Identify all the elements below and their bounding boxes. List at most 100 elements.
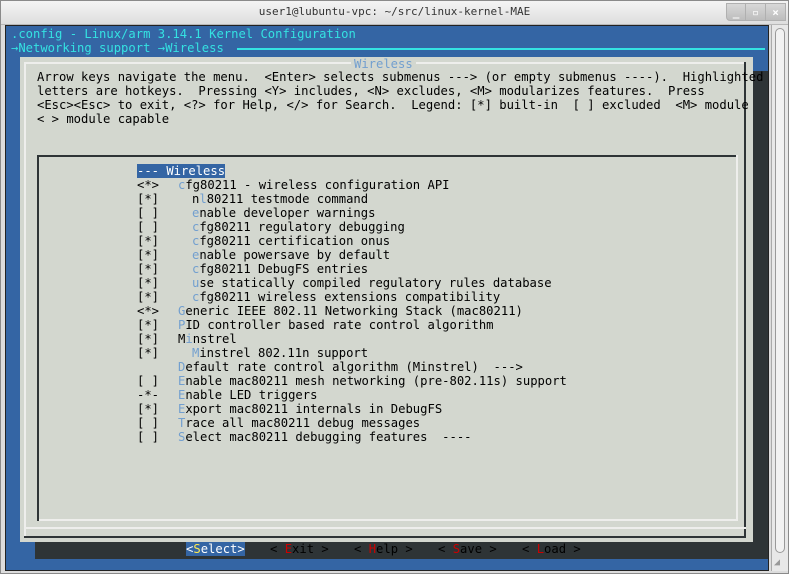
menu-item[interactable]: [*] use statically compiled regulatory ru… bbox=[20, 276, 710, 290]
menu-item-state[interactable]: [ ] bbox=[137, 374, 159, 388]
exit-button[interactable]: < Exit > bbox=[270, 542, 329, 556]
header-rule bbox=[237, 48, 765, 50]
help-button[interactable]: < Help > bbox=[354, 542, 413, 556]
button-hotkey: H bbox=[368, 542, 377, 556]
button-bracket-left: < bbox=[522, 542, 537, 556]
terminal-area[interactable]: .config - Linux/arm 3.14.1 Kernel Config… bbox=[5, 25, 769, 571]
menu-item-label: cfg80211 wireless extensions compatibili… bbox=[192, 290, 500, 304]
menu-item-state[interactable]: [ ] bbox=[137, 220, 159, 234]
button-bracket-right: > bbox=[566, 542, 581, 556]
menu-item-hotkey: i bbox=[185, 332, 193, 346]
menu-item[interactable]: [ ] Enable mac80211 mesh networking (pre-… bbox=[20, 374, 710, 388]
maximize-icon: ▫ bbox=[752, 5, 759, 19]
menu-item-state[interactable]: [ ] bbox=[137, 206, 159, 220]
menu-item[interactable]: [ ] Trace all mac80211 debug messages bbox=[20, 416, 710, 430]
menu-item[interactable]: [*] cfg80211 certification onus bbox=[20, 234, 710, 248]
menu-item-label: Export mac80211 internals in DebugFS bbox=[178, 402, 442, 416]
scrollbar[interactable]: ◢ bbox=[771, 25, 788, 571]
menu-item[interactable]: [*] cfg80211 DebugFS entries bbox=[20, 262, 710, 276]
menu-item-state[interactable]: [*] bbox=[137, 276, 159, 290]
menu-item-state[interactable]: [*] bbox=[137, 234, 159, 248]
breadcrumb: →Networking support →Wireless bbox=[11, 41, 224, 55]
menu-item-text: fg80211 regulatory debugging bbox=[199, 220, 405, 234]
button-bracket-right: > bbox=[314, 542, 329, 556]
menu-item-state[interactable]: [*] bbox=[137, 318, 159, 332]
menu-item[interactable]: [*] Minstrel 802.11n support bbox=[20, 346, 710, 360]
menu-item-label: cfg80211 DebugFS entries bbox=[192, 262, 368, 276]
menu-item[interactable]: [*] Minstrel bbox=[20, 332, 710, 346]
list-border-bottom bbox=[39, 519, 738, 521]
menu-item-text: efault rate control algorithm (Minstrel)… bbox=[185, 360, 523, 374]
menu-item-state[interactable]: [*] bbox=[137, 402, 159, 416]
menu-item-label: Enable LED triggers bbox=[178, 388, 317, 402]
menu-item-label: Generic IEEE 802.11 Networking Stack (ma… bbox=[178, 304, 523, 318]
menu-item-text: nable LED triggers bbox=[185, 388, 318, 402]
resize-grip-icon[interactable]: ◢ bbox=[774, 557, 786, 569]
menu-item[interactable]: [*] enable powersave by default bbox=[20, 248, 710, 262]
scrollbar-thumb[interactable] bbox=[775, 28, 785, 553]
menu-item[interactable]: [*] nl80211 testmode command bbox=[20, 192, 710, 206]
menu-item-label: Trace all mac80211 debug messages bbox=[178, 416, 420, 430]
menu-item[interactable]: <*> cfg80211 - wireless configuration API bbox=[20, 178, 710, 192]
button-hotkey: L bbox=[536, 542, 545, 556]
menu-item[interactable]: Default rate control algorithm (Minstrel… bbox=[20, 360, 710, 374]
minimize-button[interactable]: _ bbox=[726, 3, 746, 21]
menu-item-label: use statically compiled regulatory rules… bbox=[192, 276, 552, 290]
button-bracket-left: < bbox=[354, 542, 369, 556]
close-icon: × bbox=[772, 5, 779, 19]
button-label: ave bbox=[460, 542, 483, 556]
config-title: .config - Linux/arm 3.14.1 Kernel Config… bbox=[11, 27, 356, 41]
button-label: elp bbox=[376, 542, 399, 556]
button-separator bbox=[26, 527, 746, 529]
menu-item-state[interactable]: -*- bbox=[137, 388, 159, 402]
menu-item-state[interactable]: [*] bbox=[137, 192, 159, 206]
menu-dialog: Wireless Arrow keys navigate the menu. <… bbox=[20, 57, 763, 556]
menu-item-state[interactable]: [ ] bbox=[137, 430, 159, 444]
menu-item[interactable]: [ ] Select mac80211 debugging features --… bbox=[20, 430, 710, 444]
menu-item-state[interactable]: <*> bbox=[137, 178, 159, 192]
menu-item-state[interactable]: [*] bbox=[137, 332, 159, 346]
dialog-title: Wireless bbox=[351, 57, 416, 71]
dialog-border-right bbox=[744, 62, 746, 538]
select-button[interactable]: <Select> bbox=[186, 542, 245, 556]
menu-item-label: --- Wireless bbox=[137, 164, 226, 178]
menu-item-state[interactable]: <*> bbox=[137, 304, 159, 318]
menu-item-text: nstrel bbox=[192, 332, 237, 346]
menu-item-text: elect mac80211 debugging features ---- bbox=[185, 430, 472, 444]
menu-item-label: cfg80211 certification onus bbox=[192, 234, 390, 248]
menu-item[interactable]: [*] PID controller based rate control alg… bbox=[20, 318, 710, 332]
close-button[interactable]: × bbox=[766, 3, 786, 21]
menu-item[interactable]: [*] cfg80211 wireless extensions compatib… bbox=[20, 290, 710, 304]
menu-item-text: fg80211 - wireless configuration API bbox=[185, 178, 450, 192]
save-button[interactable]: < Save > bbox=[438, 542, 497, 556]
button-hotkey: S bbox=[193, 542, 201, 556]
menu-item[interactable]: [ ] enable developer warnings bbox=[20, 206, 710, 220]
menu-item-state[interactable]: [ ] bbox=[137, 416, 159, 430]
menu-item-text: 80211 testmode command bbox=[206, 192, 369, 206]
help-line: Arrow keys navigate the menu. <Enter> se… bbox=[37, 70, 764, 84]
menu-item-text: fg80211 wireless extensions compatibilit… bbox=[199, 290, 501, 304]
help-line: <Esc><Esc> to exit, <?> for Help, </> fo… bbox=[37, 98, 749, 112]
maximize-button[interactable]: ▫ bbox=[746, 3, 766, 21]
menu-item-label: cfg80211 - wireless configuration API bbox=[178, 178, 450, 192]
menu-item-state[interactable]: [*] bbox=[137, 346, 159, 360]
menu-item-label: cfg80211 regulatory debugging bbox=[192, 220, 405, 234]
load-button[interactable]: < Load > bbox=[522, 542, 581, 556]
menu-item[interactable]: [ ] cfg80211 regulatory debugging bbox=[20, 220, 710, 234]
menu-item-text: ID controller based rate control algorit… bbox=[185, 318, 494, 332]
minimize-icon: _ bbox=[732, 5, 740, 19]
menu-item[interactable]: [*] Export mac80211 internals in DebugFS bbox=[20, 402, 710, 416]
title-bar[interactable]: user1@lubuntu-vpc: ~/src/linux-kernel-MA… bbox=[1, 1, 788, 25]
list-border-top bbox=[37, 155, 737, 157]
button-hotkey: S bbox=[452, 542, 461, 556]
menu-item[interactable]: <*> Generic IEEE 802.11 Networking Stack … bbox=[20, 304, 710, 318]
menu-item-state[interactable]: [*] bbox=[137, 290, 159, 304]
menu-item-state[interactable]: [*] bbox=[137, 262, 159, 276]
menu-item[interactable]: --- Wireless bbox=[20, 164, 710, 178]
button-label: xit bbox=[292, 542, 315, 556]
menu-item-label: Minstrel 802.11n support bbox=[192, 346, 368, 360]
menu-item-label: PID controller based rate control algori… bbox=[178, 318, 494, 332]
menu-item-state[interactable]: [*] bbox=[137, 248, 159, 262]
menu-item-text: eneric IEEE 802.11 Networking Stack (mac… bbox=[185, 304, 523, 318]
menu-item[interactable]: -*- Enable LED triggers bbox=[20, 388, 710, 402]
